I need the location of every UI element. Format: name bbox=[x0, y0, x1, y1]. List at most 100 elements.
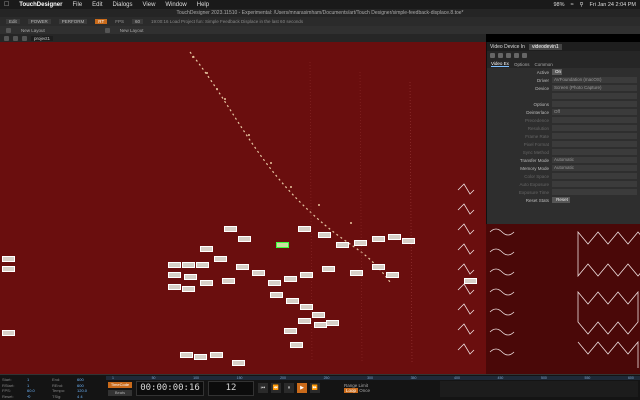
param-field[interactable]: Off bbox=[552, 109, 637, 115]
operator-node[interactable] bbox=[224, 226, 237, 232]
python-icon[interactable] bbox=[514, 53, 519, 58]
operator-node[interactable] bbox=[238, 236, 251, 242]
operator-node[interactable] bbox=[200, 246, 213, 252]
edit-mode[interactable]: Edit bbox=[6, 19, 20, 24]
operator-node[interactable] bbox=[214, 256, 227, 262]
power-toggle[interactable]: POWER bbox=[27, 19, 51, 24]
operator-node[interactable] bbox=[318, 232, 331, 238]
tab-video[interactable]: Video Ex bbox=[491, 61, 509, 67]
loop-toggle[interactable]: Loop bbox=[344, 388, 359, 393]
battery-status[interactable]: 98% bbox=[553, 2, 564, 8]
pane-icon-2[interactable] bbox=[104, 27, 110, 33]
operator-node[interactable] bbox=[2, 266, 15, 272]
param-field[interactable] bbox=[552, 173, 637, 179]
play-button[interactable]: ▶ bbox=[297, 383, 307, 393]
operator-node[interactable] bbox=[354, 240, 367, 246]
operator-node[interactable] bbox=[464, 278, 477, 284]
home-icon[interactable] bbox=[22, 35, 27, 41]
operator-node[interactable] bbox=[2, 330, 15, 336]
pause-button[interactable]: ⏸ bbox=[284, 383, 294, 393]
operator-node[interactable] bbox=[184, 274, 197, 280]
operator-node[interactable] bbox=[252, 270, 265, 276]
forward-icon[interactable] bbox=[13, 35, 18, 41]
tab-options[interactable]: Options bbox=[514, 62, 530, 67]
param-field[interactable]: AVFoundation (macOS) bbox=[552, 77, 637, 83]
operator-node[interactable] bbox=[402, 238, 415, 244]
operator-node[interactable] bbox=[336, 242, 349, 248]
operator-node[interactable] bbox=[180, 352, 193, 358]
operator-node[interactable] bbox=[322, 266, 335, 272]
operator-node[interactable] bbox=[196, 262, 209, 268]
clock[interactable]: Fri Jan 24 2:04 PM bbox=[590, 2, 636, 8]
param-toggle[interactable]: On bbox=[552, 69, 562, 75]
tab-common[interactable]: Common bbox=[534, 62, 552, 67]
operator-node[interactable] bbox=[270, 292, 283, 298]
menu-edit[interactable]: Edit bbox=[92, 2, 102, 8]
operator-node[interactable] bbox=[286, 298, 299, 304]
operator-node[interactable] bbox=[290, 342, 303, 348]
operator-node[interactable] bbox=[326, 320, 339, 326]
realtime-flag[interactable]: RT bbox=[95, 19, 108, 24]
search-icon[interactable]: ⚲ bbox=[580, 2, 584, 8]
gear-icon[interactable] bbox=[506, 53, 511, 58]
network-path[interactable]: project1 bbox=[31, 35, 54, 41]
rewind-start-button[interactable]: ⏮ bbox=[258, 383, 268, 393]
operator-node[interactable] bbox=[300, 304, 313, 310]
param-field[interactable] bbox=[552, 181, 637, 187]
frame-display[interactable]: 12 bbox=[208, 381, 254, 396]
param-field[interactable]: Automatic bbox=[552, 157, 637, 163]
menu-help[interactable]: Help bbox=[197, 2, 209, 8]
menu-file[interactable]: File bbox=[72, 2, 82, 8]
operator-node[interactable] bbox=[388, 234, 401, 240]
timecode-display[interactable]: 00:00:00:16 bbox=[136, 381, 204, 396]
param-field[interactable] bbox=[552, 189, 637, 195]
apple-icon[interactable]:  bbox=[4, 1, 9, 8]
stat-value[interactable]: 4 4 bbox=[77, 394, 102, 400]
once-toggle[interactable]: Once bbox=[359, 388, 370, 393]
perform-toggle[interactable]: PERFORM bbox=[58, 19, 88, 24]
operator-node[interactable] bbox=[2, 256, 15, 262]
operator-node[interactable] bbox=[298, 318, 311, 324]
op-name-field[interactable]: videodevin1 bbox=[528, 43, 562, 50]
selected-operator-node[interactable] bbox=[276, 242, 289, 248]
operator-node[interactable] bbox=[236, 264, 249, 270]
timecode-mode-button[interactable]: TimeCode bbox=[108, 382, 132, 388]
operator-node[interactable] bbox=[284, 328, 297, 334]
stat-value[interactable]: ⟲ bbox=[27, 394, 52, 400]
operator-node[interactable] bbox=[386, 272, 399, 278]
param-field[interactable] bbox=[552, 117, 637, 123]
param-field[interactable] bbox=[552, 125, 637, 131]
operator-node[interactable] bbox=[168, 284, 181, 290]
operator-node[interactable] bbox=[168, 262, 181, 268]
menu-dialogs[interactable]: Dialogs bbox=[113, 2, 133, 8]
wifi-icon[interactable]: ≈ bbox=[570, 2, 573, 8]
info-icon[interactable] bbox=[498, 53, 503, 58]
operator-node[interactable] bbox=[312, 312, 325, 318]
operator-node[interactable] bbox=[182, 286, 195, 292]
pin-icon[interactable] bbox=[522, 53, 527, 58]
help-icon[interactable] bbox=[490, 53, 495, 58]
beats-mode-button[interactable]: Beats bbox=[108, 390, 132, 396]
timeline-ruler[interactable]: 1 50 100 150 200 250 300 350 400 450 500 550 600 bbox=[106, 376, 640, 380]
param-field[interactable] bbox=[552, 149, 637, 155]
menu-view[interactable]: View bbox=[143, 2, 156, 8]
param-field[interactable] bbox=[552, 101, 637, 107]
operator-node[interactable] bbox=[268, 280, 281, 286]
operator-node[interactable] bbox=[300, 272, 313, 278]
param-field[interactable] bbox=[552, 141, 637, 147]
operator-node[interactable] bbox=[168, 272, 181, 278]
step-forward-button[interactable]: ⏩ bbox=[310, 383, 320, 393]
param-field[interactable]: Automatic bbox=[552, 165, 637, 171]
back-icon[interactable] bbox=[4, 35, 9, 41]
pane-tab-a[interactable]: New Layout bbox=[21, 28, 45, 33]
operator-node[interactable] bbox=[284, 276, 297, 282]
pane-icon[interactable] bbox=[6, 27, 11, 33]
step-back-button[interactable]: ⏪ bbox=[271, 383, 281, 393]
param-field[interactable]: Screen (Photo Capture) bbox=[552, 85, 637, 91]
range-slider[interactable] bbox=[440, 381, 638, 397]
operator-node[interactable] bbox=[194, 354, 207, 360]
param-button[interactable]: Reset bbox=[552, 197, 570, 203]
operator-node[interactable] bbox=[372, 236, 385, 242]
operator-node[interactable] bbox=[350, 270, 363, 276]
operator-node[interactable] bbox=[200, 280, 213, 286]
